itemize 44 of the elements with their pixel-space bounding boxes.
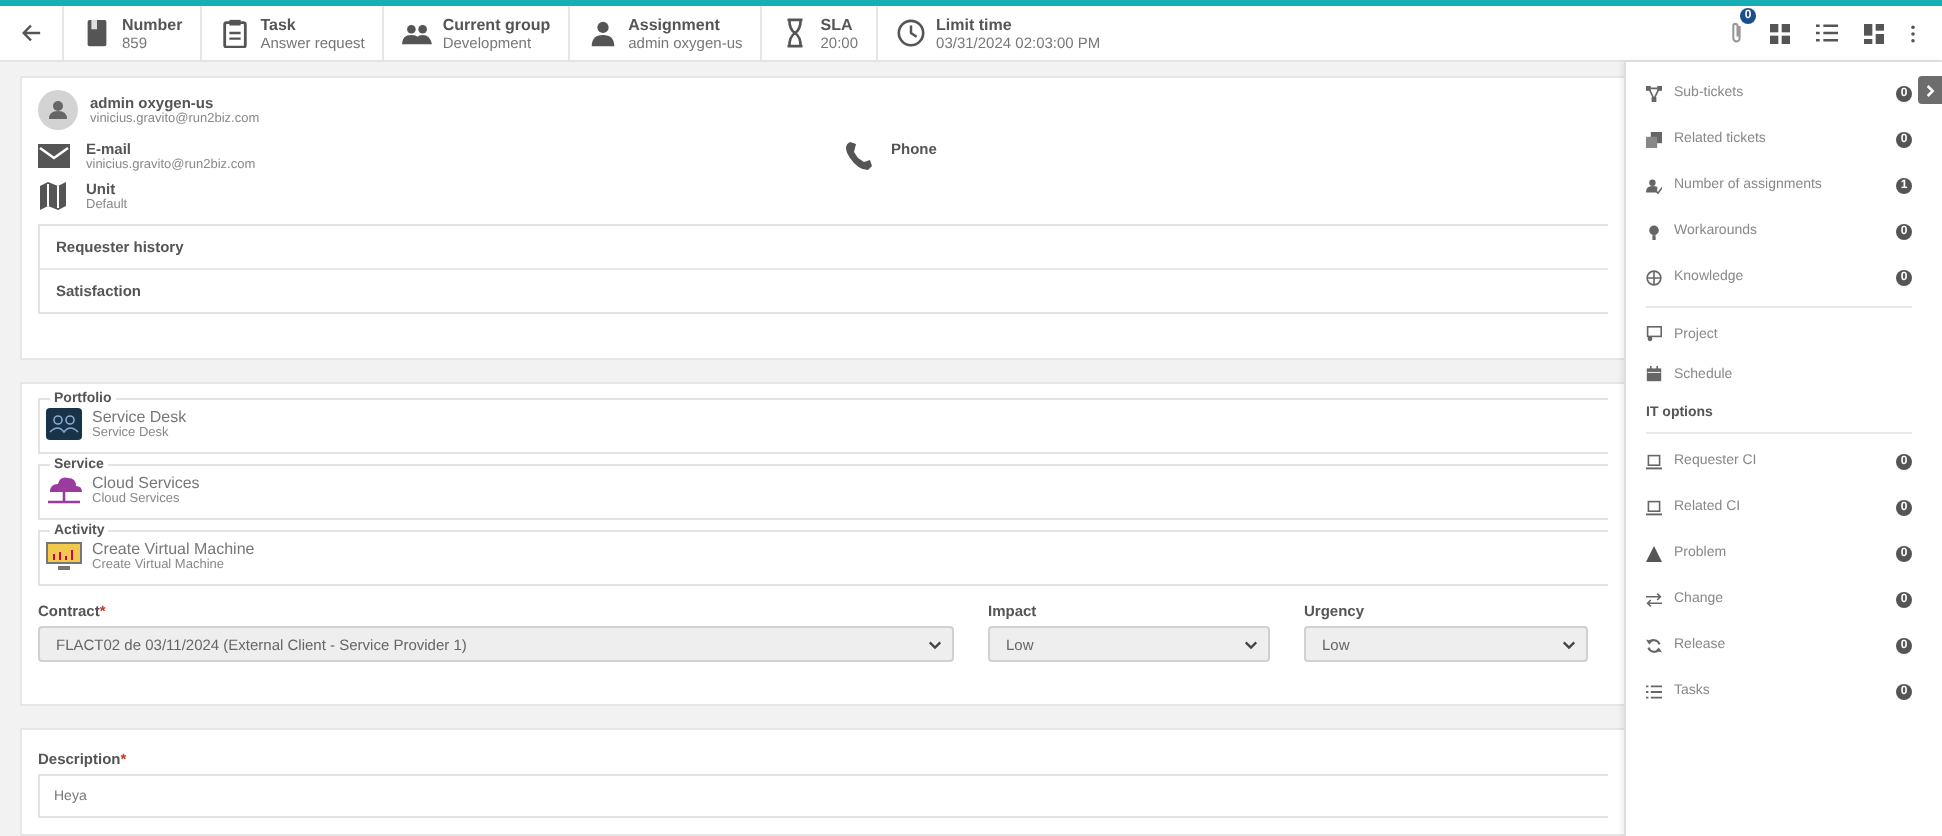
header-label: Current group [442, 15, 551, 33]
chevron-right-icon [1925, 83, 1935, 97]
header-label: Number [122, 15, 183, 33]
laptop-icon [1646, 453, 1662, 469]
header-label: Limit time [936, 15, 1014, 33]
envelope-icon [38, 140, 70, 172]
cloud-icon [46, 472, 82, 508]
person-check-icon [1646, 177, 1662, 193]
hierarchy-icon [1646, 85, 1662, 101]
globe-icon [1646, 269, 1662, 285]
stack-icon [1646, 131, 1662, 147]
back-arrow-icon[interactable] [20, 22, 42, 44]
avatar-icon [38, 90, 78, 130]
presentation-icon [1646, 326, 1662, 342]
dashboard-icon[interactable] [1864, 23, 1884, 43]
clipboard-icon [220, 18, 251, 48]
map-icon [38, 180, 70, 212]
chevron-down-icon [1562, 639, 1576, 649]
chevron-down-icon [928, 639, 942, 649]
people-tile-icon [46, 406, 82, 442]
header-label: Assignment [628, 15, 722, 33]
paperclip-icon[interactable] [1730, 20, 1744, 46]
catalog-title: Create Virtual Machine [92, 540, 255, 558]
monitor-icon [46, 538, 82, 574]
warning-icon [1646, 545, 1662, 561]
grid-icon[interactable] [1770, 23, 1790, 43]
phone-icon [843, 140, 875, 172]
header-label: Task [260, 15, 298, 33]
more-options-icon[interactable] [1910, 23, 1916, 43]
refresh-icon [1646, 637, 1662, 653]
swap-icon [1646, 591, 1662, 607]
laptop-icon [1646, 499, 1662, 515]
person-icon [588, 18, 619, 48]
book-icon [82, 18, 112, 48]
chevron-down-icon [1244, 639, 1258, 649]
clock-icon [896, 18, 927, 48]
collapse-button[interactable] [1918, 76, 1942, 104]
lightbulb-icon [1646, 223, 1662, 239]
list-icon[interactable] [1816, 22, 1838, 44]
catalog-title: Cloud Services [92, 474, 200, 492]
calendar-icon [1646, 366, 1662, 382]
catalog-title: Service Desk [92, 408, 187, 426]
header-label: SLA [820, 15, 855, 33]
list-icon [1646, 683, 1662, 699]
